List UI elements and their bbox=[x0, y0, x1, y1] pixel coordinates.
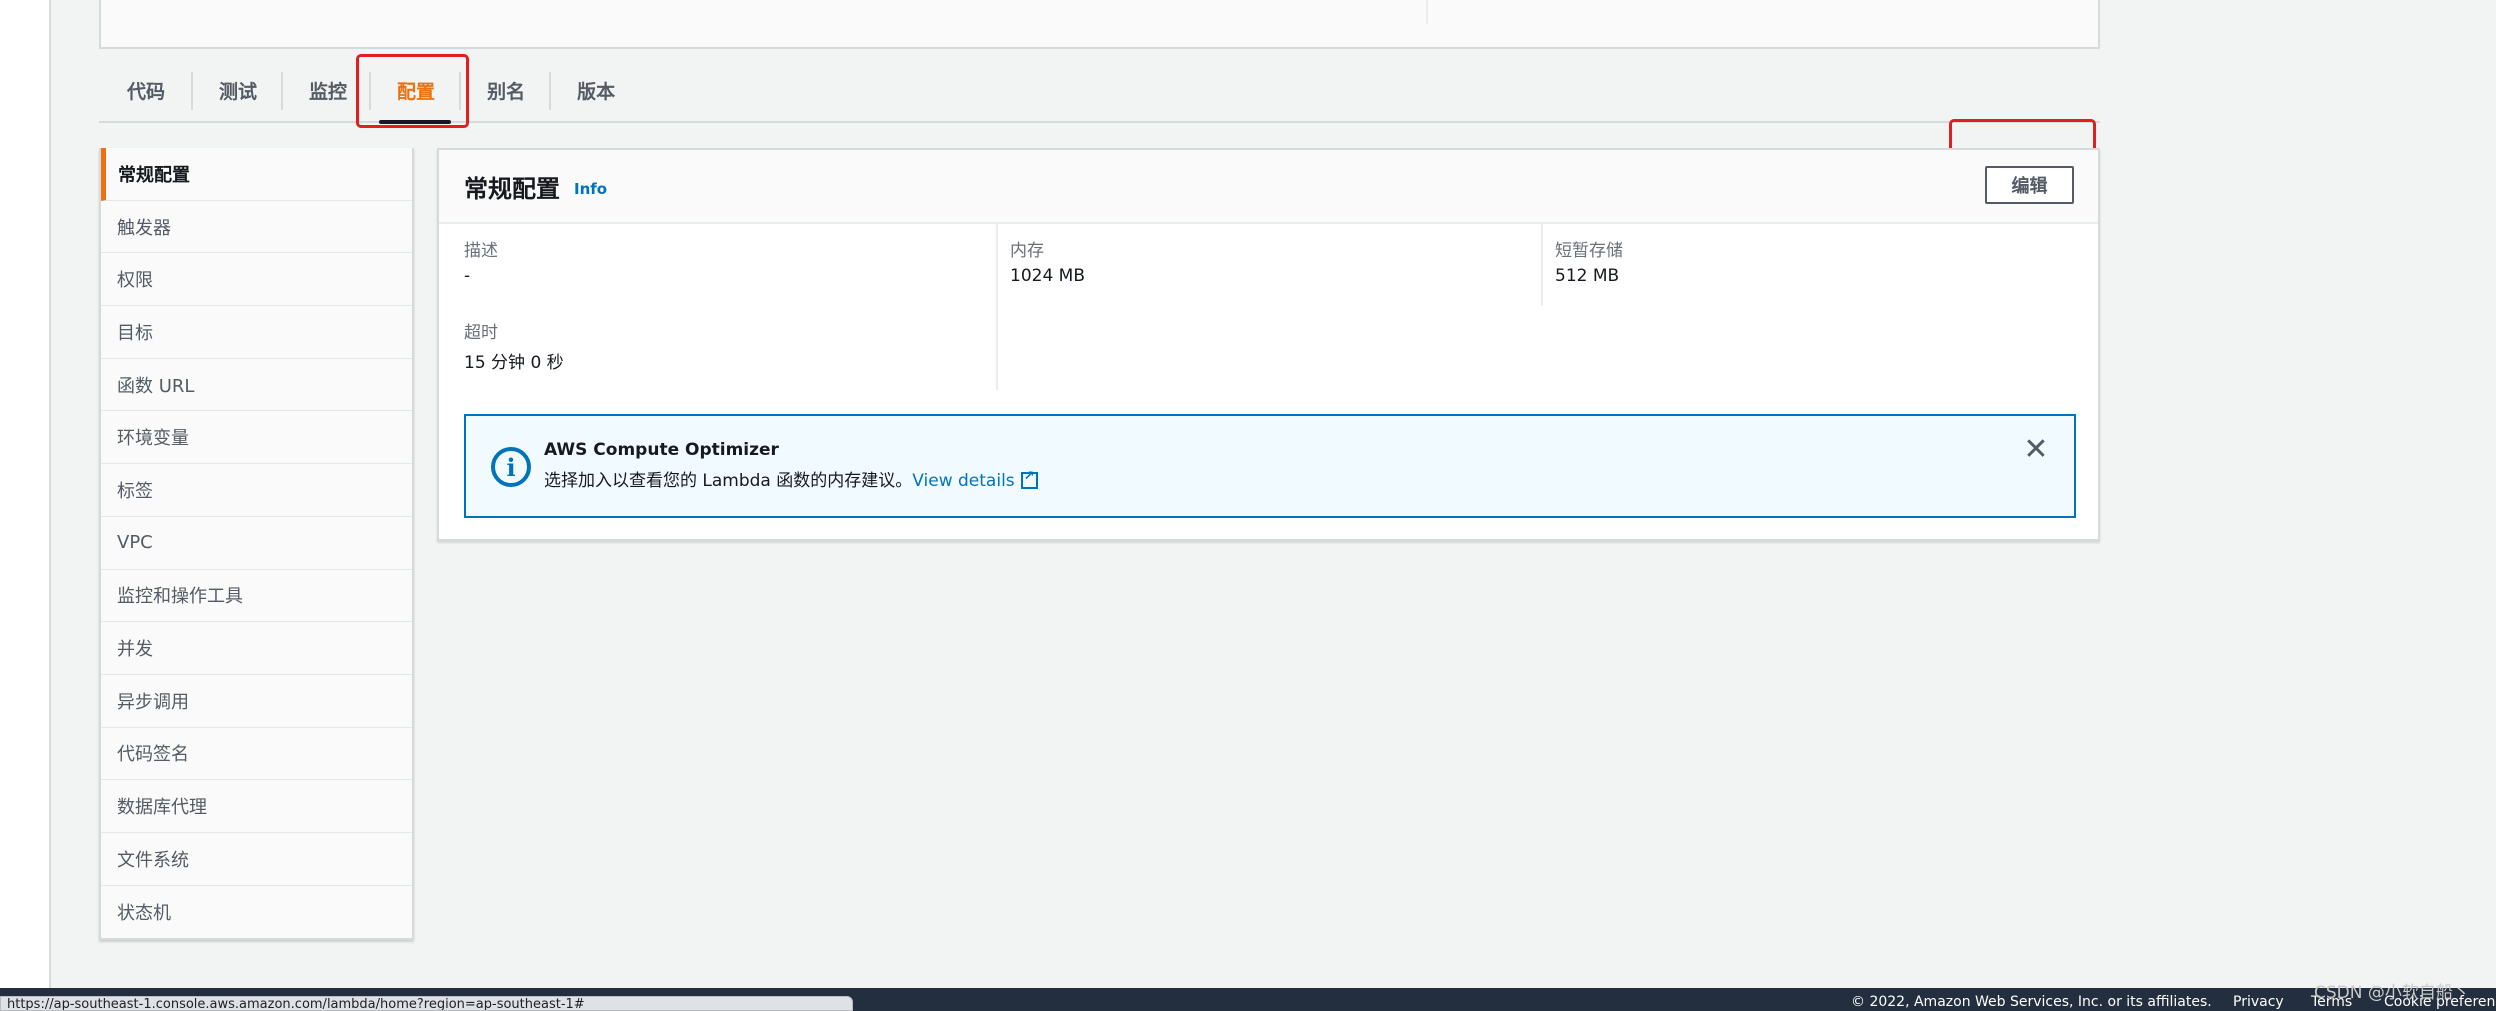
configuration-fields: 描述 - 超时 15 分钟 0 秒 内存 1024 MB 短暂存储 512 MB bbox=[439, 224, 2098, 394]
alert-title: AWS Compute Optimizer bbox=[544, 440, 779, 460]
sidebar-item-async-invocation[interactable]: 异步调用 bbox=[101, 675, 412, 728]
sidebar-item-concurrency[interactable]: 并发 bbox=[101, 622, 412, 675]
external-link-icon[interactable] bbox=[1020, 469, 1038, 489]
sidebar-item-function-url[interactable]: 函数 URL bbox=[101, 359, 412, 412]
highlight-box-configuration-tab bbox=[356, 54, 469, 128]
memory-value: 1024 MB bbox=[1010, 266, 1085, 286]
sidebar-item-code-signing[interactable]: 代码签名 bbox=[101, 728, 412, 781]
sidebar-item-permissions[interactable]: 权限 bbox=[101, 253, 412, 307]
timeout-label: 超时 bbox=[464, 323, 498, 343]
field-column-2: 内存 1024 MB bbox=[996, 224, 1541, 390]
sidebar-item-tags[interactable]: 标签 bbox=[101, 464, 412, 517]
sidebar-item-state-machines[interactable]: 状态机 bbox=[101, 886, 412, 939]
sidebar-item-triggers[interactable]: 触发器 bbox=[101, 201, 412, 254]
tab-aliases[interactable]: 别名 bbox=[461, 59, 549, 122]
panel-title: 常规配置 bbox=[464, 174, 560, 203]
footer-copyright: © 2022, Amazon Web Services, Inc. or its… bbox=[1851, 994, 2212, 1010]
compute-optimizer-alert: i AWS Compute Optimizer 选择加入以查看您的 Lambda… bbox=[464, 414, 2076, 518]
top-panel-divider bbox=[1426, 0, 1428, 24]
close-icon[interactable]: ✕ bbox=[2022, 435, 2050, 465]
configuration-sidebar: 常规配置 触发器 权限 目标 函数 URL 环境变量 标签 VPC 监控和操作工… bbox=[99, 148, 414, 941]
alert-message: 选择加入以查看您的 Lambda 函数的内存建议。 bbox=[544, 471, 913, 491]
ephemeral-storage-value: 512 MB bbox=[1555, 266, 1620, 286]
tab-versions[interactable]: 版本 bbox=[551, 59, 639, 122]
panel-header: 常规配置 Info 编辑 bbox=[439, 150, 2098, 224]
tab-test[interactable]: 测试 bbox=[193, 59, 281, 122]
browser-status-url: https://ap-southeast-1.console.aws.amazo… bbox=[0, 996, 853, 1011]
ephemeral-storage-label: 短暂存储 bbox=[1555, 241, 1623, 261]
tab-code[interactable]: 代码 bbox=[99, 59, 191, 122]
sidebar-item-vpc[interactable]: VPC bbox=[101, 517, 412, 570]
info-link[interactable]: Info bbox=[574, 180, 607, 198]
description-label: 描述 bbox=[464, 241, 498, 261]
left-navigation-rail bbox=[0, 0, 51, 988]
alert-body: 选择加入以查看您的 Lambda 函数的内存建议。View details bbox=[544, 466, 1038, 491]
sidebar-item-database-proxies[interactable]: 数据库代理 bbox=[101, 780, 412, 833]
sidebar-item-general-configuration[interactable]: 常规配置 bbox=[101, 148, 412, 201]
top-panel bbox=[99, 0, 2100, 49]
view-details-link[interactable]: View details bbox=[912, 471, 1014, 491]
field-column-1: 描述 - 超时 15 分钟 0 秒 bbox=[439, 224, 996, 390]
sidebar-item-file-systems[interactable]: 文件系统 bbox=[101, 833, 412, 886]
general-configuration-panel: 常规配置 Info 编辑 描述 - 超时 15 分钟 0 秒 内存 1024 M… bbox=[437, 148, 2100, 541]
edit-button[interactable]: 编辑 bbox=[1985, 166, 2074, 204]
sidebar-item-monitoring-tools[interactable]: 监控和操作工具 bbox=[101, 570, 412, 623]
footer-privacy-link[interactable]: Privacy bbox=[2233, 994, 2284, 1010]
memory-label: 内存 bbox=[1010, 241, 1044, 261]
description-value: - bbox=[464, 266, 471, 286]
timeout-value: 15 分钟 0 秒 bbox=[464, 353, 564, 373]
sidebar-item-environment-variables[interactable]: 环境变量 bbox=[101, 411, 412, 465]
field-column-3: 短暂存储 512 MB bbox=[1541, 224, 2098, 306]
sidebar-item-destinations[interactable]: 目标 bbox=[101, 306, 412, 359]
info-icon: i bbox=[491, 447, 531, 487]
watermark: CSDN @小软自船丶 bbox=[2314, 983, 2470, 1003]
